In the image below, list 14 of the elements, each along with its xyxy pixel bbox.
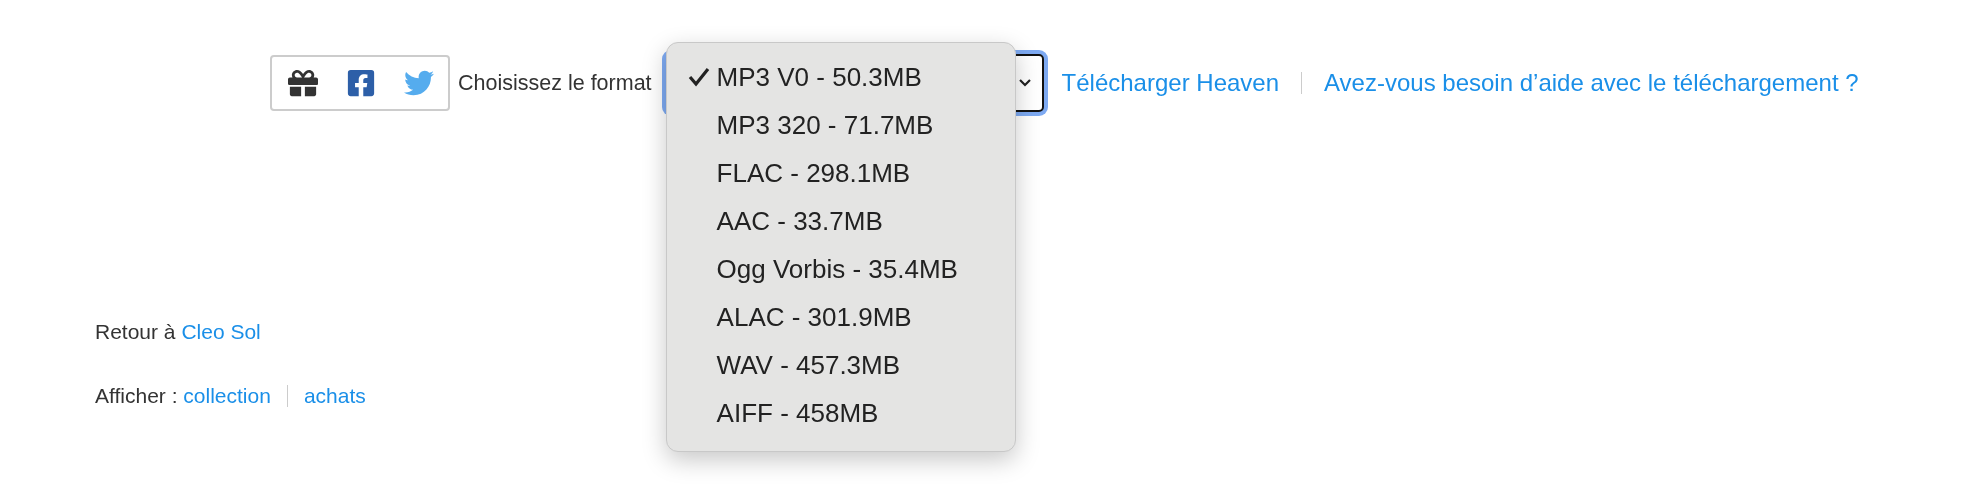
facebook-icon[interactable] [346,68,376,98]
format-option[interactable]: MP3 V0 - 50.3MB [666,53,1015,101]
format-option[interactable]: MP3 320 - 71.7MB [666,101,1015,149]
format-option[interactable]: Ogg Vorbis - 35.4MB [666,245,1015,293]
format-option[interactable]: FLAC - 298.1MB [666,149,1015,197]
back-label: Retour à [95,320,176,344]
format-option[interactable]: ALAC - 301.9MB [666,293,1015,341]
format-option[interactable]: AIFF - 458MB [666,389,1015,437]
format-label: Choisissez le format [458,70,652,96]
format-option[interactable]: WAV - 457.3MB [666,341,1015,389]
format-option[interactable]: AAC - 33.7MB [666,197,1015,245]
view-label: Afficher : [95,384,178,408]
caret-icon [1017,78,1032,88]
gift-icon[interactable] [288,68,318,98]
